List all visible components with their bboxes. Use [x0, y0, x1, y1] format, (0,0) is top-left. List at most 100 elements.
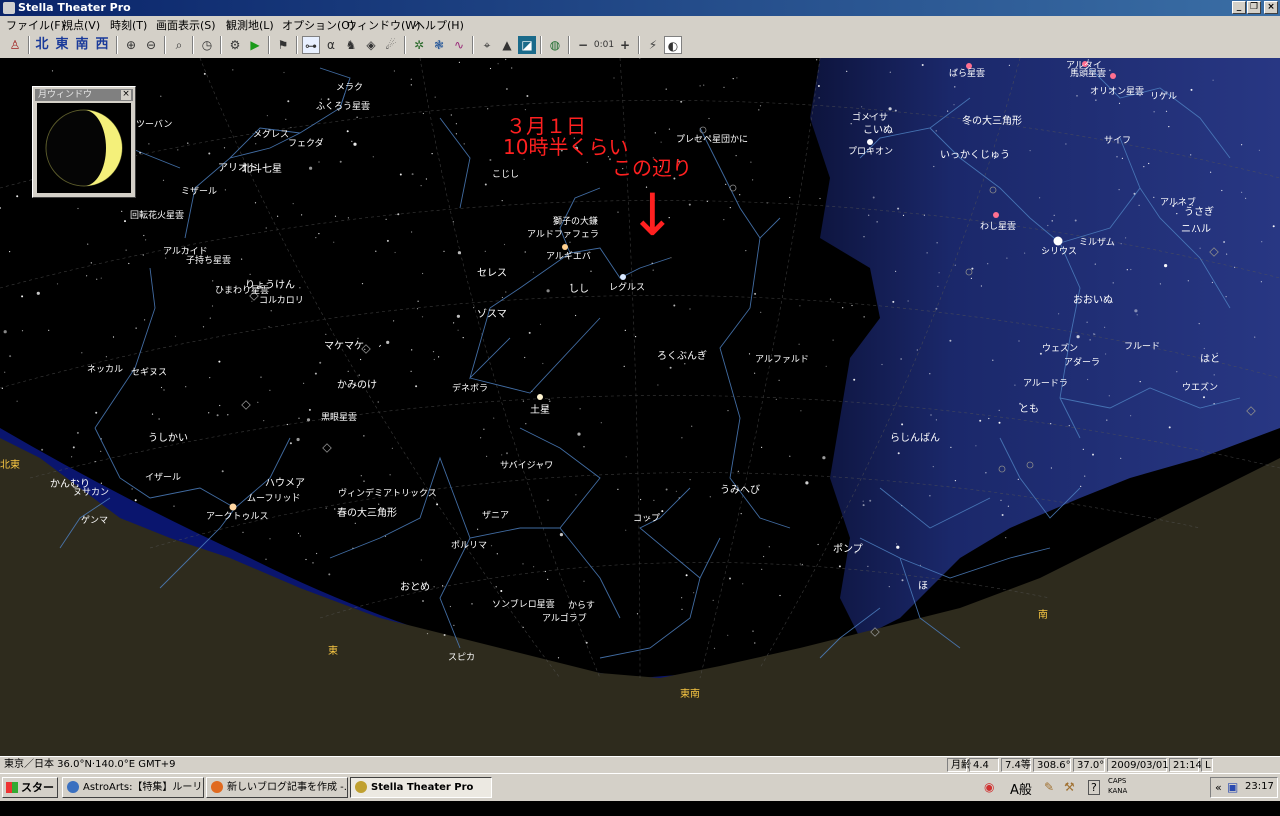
sky-label[interactable]: とも: [1019, 400, 1039, 415]
task-button-stella[interactable]: Stella Theater Pro: [350, 777, 492, 798]
sky-label[interactable]: 黒眼星雲: [321, 410, 357, 423]
dictionary-icon[interactable]: ✎: [1044, 780, 1054, 794]
sky-label[interactable]: うしかい: [148, 429, 188, 444]
toolbox-icon[interactable]: ⚒: [1064, 780, 1075, 794]
sky-view[interactable]: 月ウィンドウ × ３月１日 10時半くらい この辺り ↓ ばら星雲 馬頭星雲 ア…: [0, 58, 1280, 756]
sky-label[interactable]: うみへび: [720, 481, 760, 496]
ime-mode[interactable]: A般: [1010, 779, 1032, 798]
sky-label[interactable]: フェクダ: [288, 136, 324, 149]
galaxy-icon[interactable]: ❃: [430, 36, 448, 54]
sky-label[interactable]: 春の大三角形: [337, 504, 397, 519]
sky-label[interactable]: こじし: [492, 167, 519, 180]
menu-help[interactable]: ヘルプ(H): [414, 17, 464, 33]
sky-label[interactable]: サイフ: [1104, 133, 1131, 146]
sky-label[interactable]: うさぎ: [1184, 203, 1214, 218]
moon-window-close-button[interactable]: ×: [121, 90, 131, 100]
sky-label[interactable]: らしんばん: [890, 429, 940, 444]
menu-file[interactable]: ファイル(F): [6, 17, 65, 33]
menu-options[interactable]: オプション(O): [282, 17, 354, 33]
sky-label[interactable]: アルファルド: [755, 352, 809, 365]
zoom-out-icon[interactable]: ⊖: [142, 36, 160, 54]
sky-label[interactable]: イザール: [145, 470, 181, 483]
sky-label[interactable]: ゲンマ: [81, 513, 108, 526]
sky-label[interactable]: ネッカル: [87, 362, 123, 375]
task-button-blog[interactable]: 新しいブログ記事を作成 -...: [206, 777, 348, 798]
sky-label[interactable]: ふくろう星雲: [316, 99, 370, 112]
sky-label[interactable]: ミルザム: [1079, 235, 1115, 248]
west-button[interactable]: 西: [94, 36, 110, 54]
sky-label[interactable]: アルードラ: [1023, 376, 1068, 389]
sky-label[interactable]: サバイジャワ: [500, 458, 553, 471]
sky-label[interactable]: オリオン星雲: [1090, 84, 1144, 97]
sky-label[interactable]: セギヌス: [131, 365, 167, 378]
sky-label[interactable]: アルドファフェラ: [527, 227, 599, 240]
nebula-icon[interactable]: ✲: [410, 36, 428, 54]
find-icon[interactable]: ⌕: [170, 36, 188, 54]
sky-label[interactable]: 冬の大三角形: [962, 112, 1022, 127]
sky-label[interactable]: こいぬ: [863, 121, 893, 136]
landscape-icon[interactable]: ▲: [498, 36, 516, 54]
menu-display[interactable]: 画面表示(S): [156, 17, 216, 33]
sky-label[interactable]: アダーラ: [1064, 355, 1100, 368]
sky-label[interactable]: コルカロリ: [259, 293, 304, 306]
sky-label[interactable]: 土星: [530, 401, 550, 416]
stop-icon[interactable]: ⚙: [226, 36, 244, 54]
sky-label[interactable]: メグレス: [253, 127, 289, 140]
sky-label[interactable]: コップ: [633, 511, 660, 524]
sky-label[interactable]: ゾスマ: [477, 305, 507, 320]
sky-label[interactable]: からす: [568, 598, 595, 611]
north-button[interactable]: 北: [34, 36, 50, 54]
help-icon[interactable]: ?: [1088, 780, 1100, 795]
zoom-in-icon[interactable]: ⊕: [122, 36, 140, 54]
observer-icon[interactable]: ♙: [6, 36, 24, 54]
network-icon[interactable]: ▣: [1227, 780, 1238, 794]
sky-label[interactable]: はと: [1200, 350, 1220, 365]
sky-label[interactable]: ハウメア: [265, 474, 305, 489]
sky-label[interactable]: ミザール: [181, 184, 217, 197]
sky-label[interactable]: マケマケ: [324, 337, 364, 352]
telescope-icon[interactable]: ⌖: [478, 36, 496, 54]
sky-label[interactable]: ニハル: [1181, 220, 1211, 235]
sky-label[interactable]: スピカ: [448, 650, 475, 663]
satellite-icon[interactable]: ⚡: [644, 36, 662, 54]
sky-label[interactable]: ザニア: [482, 508, 509, 521]
task-button-astroarts[interactable]: AstroArts:【特集】ルーリン...: [62, 777, 204, 798]
globe-icon[interactable]: ◍: [546, 36, 564, 54]
sky-label[interactable]: リゲル: [1150, 89, 1177, 102]
sky-label[interactable]: ヴィンデミアトリックス: [338, 486, 437, 499]
sky-label[interactable]: アルゴラブ: [542, 611, 587, 624]
east-button[interactable]: 東: [54, 36, 70, 54]
sky-label[interactable]: デネボラ: [452, 381, 488, 394]
sky-label[interactable]: 回転花火星雲: [130, 208, 184, 221]
moon-phase-icon[interactable]: ◐: [664, 36, 682, 54]
sky-label[interactable]: アルタイ: [1066, 58, 1102, 71]
sky-label[interactable]: ウェズン: [1042, 341, 1078, 354]
sky-label[interactable]: かみのけ: [337, 376, 377, 391]
sky-label[interactable]: レグルス: [609, 280, 645, 293]
sky-label[interactable]: プレセペ星団かに: [676, 132, 748, 145]
sky-label[interactable]: プロキオン: [848, 144, 893, 157]
constellation-figure-icon[interactable]: ♞: [342, 36, 360, 54]
sky-label[interactable]: フルード: [1124, 339, 1160, 352]
time-minus-button[interactable]: −: [574, 36, 592, 54]
south-button[interactable]: 南: [74, 36, 90, 54]
sky-label[interactable]: おとめ: [400, 578, 430, 593]
sky-label[interactable]: ツーバン: [136, 117, 172, 130]
sky-label[interactable]: 子持ち星雲: [186, 253, 231, 266]
sky-label[interactable]: ポンプ: [833, 540, 863, 555]
sky-label[interactable]: ほ: [918, 577, 928, 592]
sky-label[interactable]: 獅子の大鎌: [553, 214, 598, 227]
restore-button[interactable]: ❐: [1247, 1, 1261, 14]
sky-label[interactable]: セレス: [477, 264, 507, 279]
sky-label[interactable]: ばら星雲: [949, 66, 985, 79]
clock[interactable]: 23:17: [1245, 781, 1274, 792]
menu-window[interactable]: ウィンドウ(W): [346, 17, 420, 33]
sky-color-icon[interactable]: ◪: [518, 36, 536, 54]
sky-label[interactable]: メラク: [336, 80, 363, 93]
time-plus-button[interactable]: +: [616, 36, 634, 54]
constellation-line-icon[interactable]: ⊶: [302, 36, 320, 54]
clock-icon[interactable]: ◷: [198, 36, 216, 54]
sky-label[interactable]: 北斗七星: [242, 160, 282, 175]
comet-icon[interactable]: ☄: [382, 36, 400, 54]
play-icon[interactable]: ▶: [246, 36, 264, 54]
